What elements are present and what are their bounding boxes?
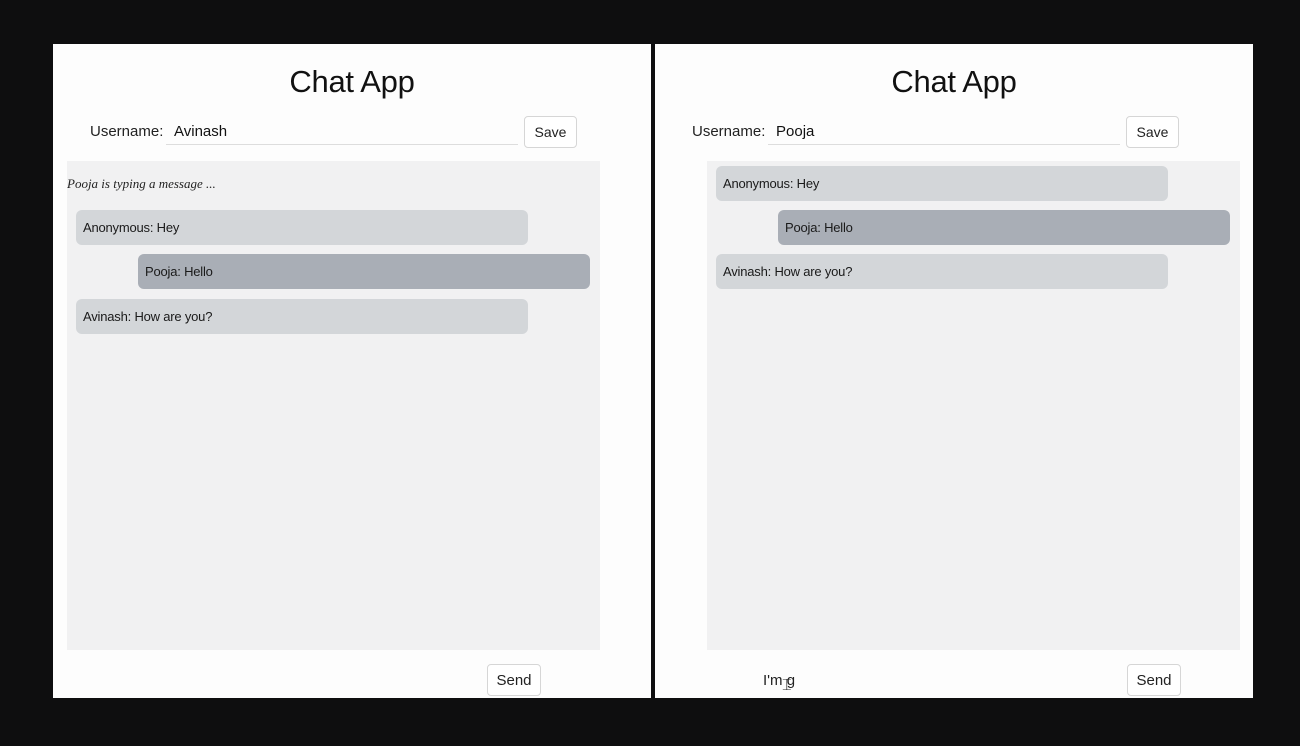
username-input[interactable]: [166, 119, 518, 145]
save-button[interactable]: Save: [1126, 116, 1179, 148]
app-title: Chat App: [891, 64, 1017, 99]
message-list: Pooja is typing a message ... Anonymous:…: [67, 161, 600, 650]
typing-indicator: Pooja is typing a message ...: [67, 176, 216, 191]
chat-window-avinash: Chat App Username: Save Pooja is typing …: [53, 44, 651, 698]
username-label: Username:: [90, 123, 164, 140]
message-input[interactable]: [758, 666, 1058, 694]
message-bubble: Pooja: Hello: [138, 254, 590, 289]
message-bubble: Anonymous: Hey: [76, 210, 528, 245]
username-input[interactable]: [768, 119, 1120, 145]
username-label: Username:: [692, 123, 766, 140]
send-button[interactable]: Send: [487, 664, 541, 696]
message-bubble: Pooja: Hello: [778, 210, 1230, 245]
message-bubble: Avinash: How are you?: [76, 299, 528, 334]
save-button[interactable]: Save: [524, 116, 577, 148]
app-title: Chat App: [289, 64, 415, 99]
send-button[interactable]: Send: [1127, 664, 1181, 696]
message-list: Anonymous: Hey Pooja: Hello Avinash: How…: [707, 161, 1240, 650]
chat-window-pooja: Chat App Username: Save Anonymous: Hey P…: [655, 44, 1253, 698]
message-bubble: Anonymous: Hey: [716, 166, 1168, 201]
message-bubble: Avinash: How are you?: [716, 254, 1168, 289]
